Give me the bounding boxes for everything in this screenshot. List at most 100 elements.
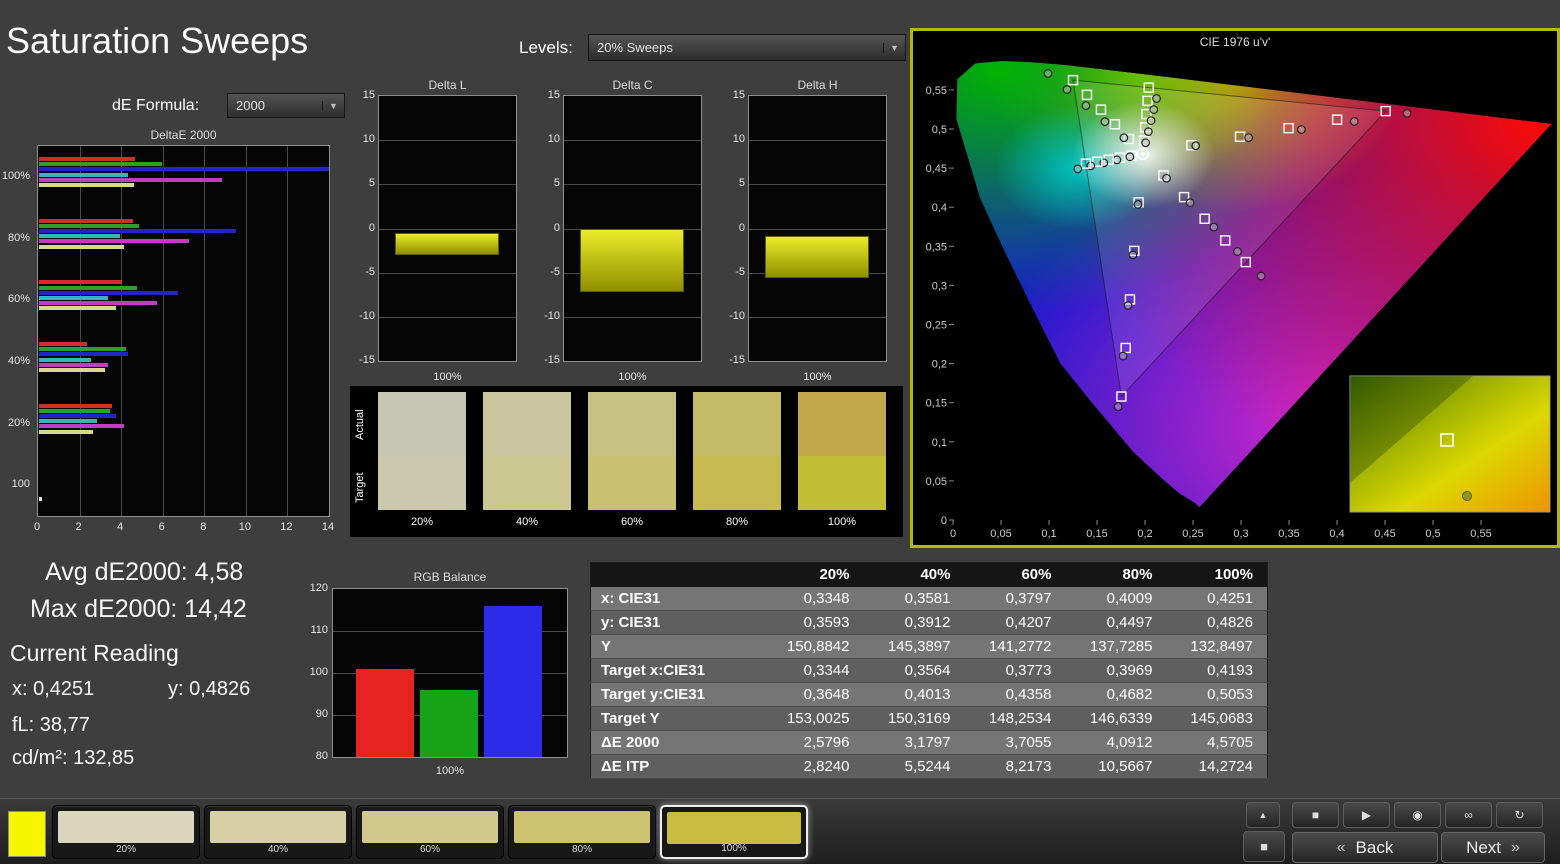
white-point-dot	[1141, 152, 1145, 156]
x-axis-label: 100%	[618, 371, 647, 383]
table-cell: 148,2534	[988, 710, 1052, 727]
table-cell: 0,4826	[1207, 614, 1253, 631]
delta-c-plot	[563, 95, 702, 362]
patch-window-button[interactable]: ■	[1243, 831, 1285, 862]
measured-marker-blue-40	[1128, 250, 1138, 260]
table-row: Y 150,8842 145,3897 141,2772 137,7285 132,849…	[590, 634, 1268, 659]
delta-c-chart: Delta C 15 10 5 0 -5 -10 -15 100%	[537, 78, 703, 388]
back-label: Back	[1355, 837, 1394, 857]
chevron-down-icon: ▼	[322, 100, 344, 111]
next-button[interactable]: Next »	[1441, 832, 1545, 863]
levels-dropdown[interactable]: 20% Sweeps ▼	[588, 34, 906, 61]
x-tick-label: 0,1	[1041, 528, 1056, 540]
swatch-target-60%	[588, 456, 676, 510]
y-tick-label: 90	[315, 708, 328, 720]
y-tick-label: 20%	[7, 416, 30, 429]
square-icon: ■	[1260, 839, 1268, 854]
patch-button-100%[interactable]: 100%	[660, 805, 808, 859]
table-cell: 146,6339	[1089, 710, 1153, 727]
table-cell: 0,3348	[803, 589, 850, 607]
table-cell: 0,5053	[1207, 686, 1253, 703]
measurement-table: 20% 40% 60% 80% 100% x: CIE31 0,3348 0,3581 0,37…	[590, 562, 1268, 779]
de-formula-dropdown[interactable]: 2000 ▼	[227, 93, 345, 118]
bar-blue-60%	[39, 290, 179, 295]
avg-de2000: Avg dE2000: 4,58	[45, 558, 244, 586]
rgb-balance-chart: RGB Balance 120 110 100 90 80 100%	[300, 568, 570, 780]
stop-button[interactable]: ■	[1292, 802, 1339, 828]
measured-marker-yellow-80	[1149, 105, 1159, 114]
levels-value: 20% Sweeps	[597, 40, 673, 55]
x-tick-label: 2	[75, 521, 82, 533]
table-cell: 0,3797	[1005, 589, 1052, 607]
bar-red-60%	[39, 280, 123, 285]
patch-color-20%	[58, 811, 194, 843]
patch-button-20%[interactable]: 20%	[52, 805, 200, 859]
active-patch-swatch[interactable]	[8, 811, 46, 857]
chevron-down-icon: ▼	[883, 42, 905, 53]
x-tick-label: 0,4	[1329, 528, 1344, 540]
x-tick-label: 0,05	[990, 528, 1011, 540]
bar-magenta-40%	[39, 362, 108, 367]
patch-button-80%[interactable]: 80%	[508, 805, 656, 859]
patch-color-60%	[362, 811, 498, 843]
y-tick-label: 110	[310, 624, 328, 636]
bar-blue-40%	[39, 352, 129, 357]
x-tick-label: 0,45	[1374, 528, 1395, 540]
bar-magenta-80%	[39, 239, 189, 244]
measured-marker-blue-60	[1123, 301, 1133, 310]
swatch-actual-60%	[588, 392, 676, 456]
measured-marker-magenta-40	[1185, 198, 1195, 208]
swatch-label-40%: 40%	[515, 516, 539, 528]
row-label: ΔE ITP	[601, 758, 650, 775]
y-tick-label: -5	[735, 265, 745, 278]
bar-green	[420, 689, 478, 757]
measured-marker-green-40	[1100, 117, 1110, 127]
cie-diagram: 00 0,05 0,05 0,1 0,1 0,15 0,15 0,2 0,2 0,25 0,25 0,…	[926, 61, 1552, 540]
measured-marker-blue-80	[1118, 351, 1128, 361]
patch-color-100%	[667, 812, 801, 844]
patch-label-40%: 40%	[267, 844, 288, 855]
y-tick-label: 40%	[7, 354, 30, 367]
actual-target-strip: Actual Target 20% 40% 60% 80% 100%	[350, 386, 903, 537]
de-formula-value: 2000	[236, 98, 265, 113]
deltae2000-y-axis: 100% 80% 60% 40% 20% 100	[2, 145, 34, 517]
patch-button-60%[interactable]: 60%	[356, 805, 504, 859]
refresh-button[interactable]: ↻	[1496, 802, 1543, 828]
current-cdm2: cd/m²: 132,85	[12, 747, 135, 769]
swatch-actual-20%	[378, 392, 466, 456]
bar-green-100%	[39, 162, 162, 167]
x-tick-label: 6	[158, 521, 165, 533]
bar-red-40%	[39, 342, 87, 346]
x-tick-label: 14	[321, 521, 335, 533]
bar-magenta-20%	[39, 424, 125, 429]
y-tick-label: 80%	[7, 231, 30, 244]
y-tick-label: -15	[729, 354, 745, 366]
back-button[interactable]: « Back	[1292, 832, 1438, 863]
bar-red-80%	[39, 218, 133, 223]
delta-l-plot	[378, 95, 517, 362]
table-cell: 3,1797	[904, 734, 951, 751]
continuous-button[interactable]: ∞	[1445, 802, 1492, 828]
measure-button[interactable]: ◉	[1394, 802, 1441, 828]
y-tick-label: 0,3	[932, 280, 947, 292]
bar-red	[356, 668, 414, 757]
measured-marker-yellow-20	[1141, 138, 1151, 148]
gridline	[162, 146, 164, 516]
bar-magenta-60%	[39, 301, 158, 306]
measured-marker-red-40	[1244, 133, 1253, 143]
patch-button-40%[interactable]: 40%	[204, 805, 352, 859]
gridline	[79, 146, 81, 516]
delta-l-title: Delta L	[428, 78, 467, 92]
delta-c-title: Delta C	[612, 78, 653, 92]
measured-marker-cyan-100	[1073, 164, 1083, 174]
table-cell: 0,4193	[1207, 662, 1253, 679]
play-button[interactable]: ▶	[1343, 802, 1390, 828]
bar-cyan-80%	[39, 234, 121, 239]
swatch-column-60%: 60%	[588, 392, 676, 528]
row-label: ΔE 2000	[601, 734, 660, 751]
bar-blue	[484, 605, 542, 757]
collapse-toolbar-button[interactable]: ▲	[1246, 802, 1280, 828]
y-tick-label: 0,15	[926, 398, 947, 410]
y-tick-label: -5	[365, 265, 375, 278]
table-cell: 0,3912	[904, 614, 951, 631]
